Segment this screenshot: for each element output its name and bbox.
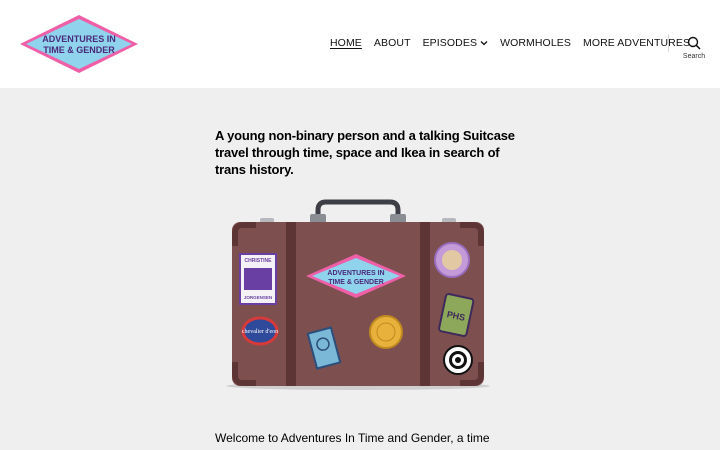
sticker-logo-line-2: TIME & GENDER [328, 279, 384, 286]
nav-item-label: MORE ADVENTURES [582, 37, 691, 49]
nav-item-more-adventures[interactable]: MORE ADVENTURES [583, 37, 690, 49]
search-label: Search [682, 53, 706, 60]
logo-line-2: TIME & GENDER [43, 45, 115, 55]
logo-line-1: ADVENTURES IN [42, 34, 116, 44]
search-icon [687, 36, 701, 50]
nav-item-wormholes[interactable]: WORMHOLES [500, 37, 571, 49]
chevron-down-icon [480, 41, 488, 46]
nav-item-episodes[interactable]: EPISODES [423, 37, 488, 49]
nav-item-label: ABOUT [373, 37, 411, 49]
nav-divider [668, 34, 669, 52]
search-toggle-button[interactable]: Search [676, 36, 712, 66]
intro-paragraph: Welcome to Adventures In Time and Gender… [215, 431, 490, 445]
nav-item-label: HOME [330, 37, 362, 49]
nav-item-label: WORMHOLES [500, 37, 571, 49]
sticker-chevalier: chevalier d'eon [242, 329, 278, 335]
site-header: ADVENTURES IN TIME & GENDER HOME ABOUT E… [0, 0, 720, 88]
site-tagline: A young non-binary person and a talking … [215, 128, 515, 177]
nav-item-about[interactable]: ABOUT [374, 37, 411, 49]
site-logo[interactable]: ADVENTURES IN TIME & GENDER [18, 13, 140, 75]
suitcase-illustration: CHRISTINE JORGENSEN ADVENTURES IN TIME &… [220, 198, 500, 394]
sticker-christine-bottom: JORGENSEN [244, 295, 272, 300]
nav-item-label: EPISODES [422, 37, 478, 49]
nav-item-home[interactable]: HOME [330, 37, 362, 49]
sticker-logo-line-1: ADVENTURES IN [327, 270, 384, 277]
sticker-christine-top: CHRISTINE [245, 258, 273, 264]
primary-nav: HOME ABOUT EPISODES WORMHOLES MORE ADVEN… [330, 37, 702, 49]
